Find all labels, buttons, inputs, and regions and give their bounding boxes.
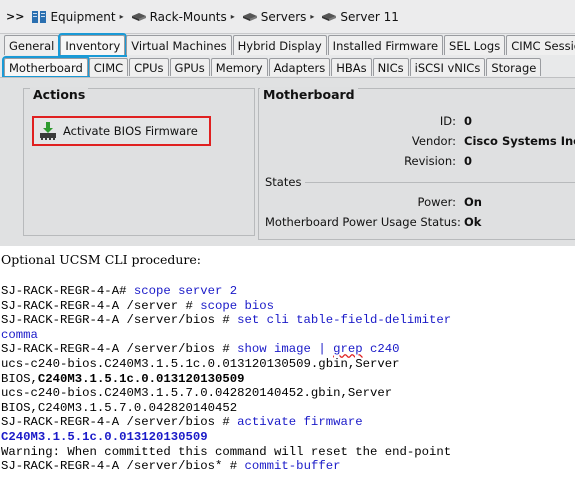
- document-text: Optional UCSM CLI procedure: SJ-RACK-REG…: [0, 246, 575, 482]
- chevron-right-icon: ▸: [119, 12, 124, 21]
- server-icon: [322, 12, 337, 21]
- cli-line: SJ-RACK-REGR-4-A /server # scope bios: [1, 298, 275, 313]
- tab-inventory[interactable]: Inventory: [58, 33, 128, 57]
- motherboard-title: Motherboard: [260, 87, 358, 102]
- cli-line: BIOS,C240M3.1.5.1c.0.013120130509: [1, 371, 245, 386]
- breadcrumb: >> Equipment ▸ Rack-Mounts ▸ Servers ▸ S…: [0, 0, 575, 34]
- tab-cpus[interactable]: CPUs: [129, 58, 169, 76]
- breadcrumb-label: Servers: [260, 9, 307, 24]
- breadcrumb-rack-mounts[interactable]: Rack-Mounts ▸: [131, 10, 235, 24]
- breadcrumb-equipment[interactable]: Equipment ▸: [31, 9, 124, 24]
- cli-line: ucs-c240-bios.C240M3.1.5.7.0.04282014045…: [1, 386, 393, 401]
- equipment-icon: [32, 10, 47, 23]
- tab-content: Actions Activate BIOS Firmware Motherboa…: [0, 77, 575, 246]
- chevron-right-icon: ▸: [230, 12, 235, 21]
- cli-line: SJ-RACK-REGR-4-A# scope server 2: [1, 284, 238, 298]
- server-icon: [242, 12, 257, 21]
- tab-motherboard[interactable]: Motherboard: [2, 56, 90, 78]
- vendor-label: Vendor:: [411, 134, 456, 148]
- cli-line: SJ-RACK-REGR-4-A /server/bios # show ima…: [1, 342, 400, 357]
- cli-transcript: SJ-RACK-REGR-4-A# scope server 2 SJ-RACK-…: [1, 284, 451, 474]
- cli-line: ucs-c240-bios.C240M3.1.5.1c.0.0131201305…: [1, 356, 400, 371]
- states-label: States: [265, 175, 306, 189]
- power-value: On: [464, 195, 482, 209]
- tab-virtual-machines[interactable]: Virtual Machines: [126, 35, 232, 55]
- cli-line: SJ-RACK-REGR-4-A /server/bios* # commit-…: [1, 459, 341, 474]
- id-label: ID:: [439, 114, 456, 128]
- power-usage-value: Ok: [464, 215, 482, 229]
- tab-general[interactable]: General: [4, 35, 60, 55]
- states-divider: [304, 182, 575, 183]
- cli-line: C240M3.1.5.1c.0.013120130509: [1, 429, 208, 444]
- breadcrumb-servers[interactable]: Servers ▸: [242, 9, 315, 24]
- breadcrumb-server-11[interactable]: Server 11: [321, 9, 399, 24]
- activate-bios-firmware-button[interactable]: Activate BIOS Firmware: [32, 116, 211, 146]
- vendor-value: Cisco Systems Inc: [464, 134, 575, 148]
- ucsm-window: >> Equipment ▸ Rack-Mounts ▸ Servers ▸ S…: [0, 0, 575, 246]
- cli-line: Warning: When committed this command wil…: [1, 444, 452, 459]
- tab-hybrid-display[interactable]: Hybrid Display: [232, 35, 327, 55]
- actions-panel: Actions Activate BIOS Firmware: [23, 87, 255, 236]
- expand-arrows[interactable]: >>: [6, 10, 24, 23]
- cli-line: comma: [1, 327, 38, 342]
- cli-line: SJ-RACK-REGR-4-A /server/bios # activate…: [1, 415, 363, 430]
- id-value: 0: [464, 114, 473, 128]
- cli-line: SJ-RACK-REGR-4-A /server/bios # set cli …: [1, 313, 452, 328]
- download-chip-icon: [40, 122, 56, 140]
- tab-gpus[interactable]: GPUs: [169, 58, 210, 76]
- chevron-right-icon: ▸: [310, 12, 315, 21]
- power-label: Power:: [417, 195, 456, 209]
- server-icon: [131, 12, 146, 21]
- tab-sel-logs[interactable]: SEL Logs: [444, 35, 506, 55]
- tab-storage[interactable]: Storage: [486, 58, 542, 76]
- primary-tab-bar: General Inventory Virtual Machines Hybri…: [0, 33, 575, 57]
- tab-iscsi-vnics[interactable]: iSCSI vNICs: [409, 58, 486, 76]
- breadcrumb-label: Server 11: [340, 9, 399, 24]
- tab-installed-firmware[interactable]: Installed Firmware: [327, 35, 444, 55]
- revision-value: 0: [464, 154, 473, 168]
- tab-memory[interactable]: Memory: [210, 58, 268, 76]
- tab-hbas[interactable]: HBAs: [331, 58, 372, 76]
- tab-cimc-session[interactable]: CIMC Session: [506, 35, 575, 55]
- breadcrumb-label: Equipment: [50, 9, 116, 24]
- tab-cimc[interactable]: CIMC: [88, 58, 129, 76]
- activate-bios-firmware-label: Activate BIOS Firmware: [63, 124, 198, 138]
- revision-label: Revision:: [404, 154, 456, 168]
- procedure-heading: Optional UCSM CLI procedure:: [1, 252, 202, 267]
- breadcrumb-label: Rack-Mounts: [149, 9, 227, 24]
- motherboard-panel: Motherboard ID: 0 Vendor: Cisco Systems …: [258, 87, 575, 240]
- power-usage-label: Motherboard Power Usage Status:: [265, 215, 461, 229]
- actions-title: Actions: [30, 87, 89, 102]
- tab-adapters[interactable]: Adapters: [268, 58, 331, 76]
- tab-nics[interactable]: NICs: [372, 58, 409, 76]
- cli-line: BIOS,C240M3.1.5.7.0.042820140452: [1, 400, 238, 415]
- secondary-tab-bar: Motherboard CIMC CPUs GPUs Memory Adapte…: [0, 56, 542, 78]
